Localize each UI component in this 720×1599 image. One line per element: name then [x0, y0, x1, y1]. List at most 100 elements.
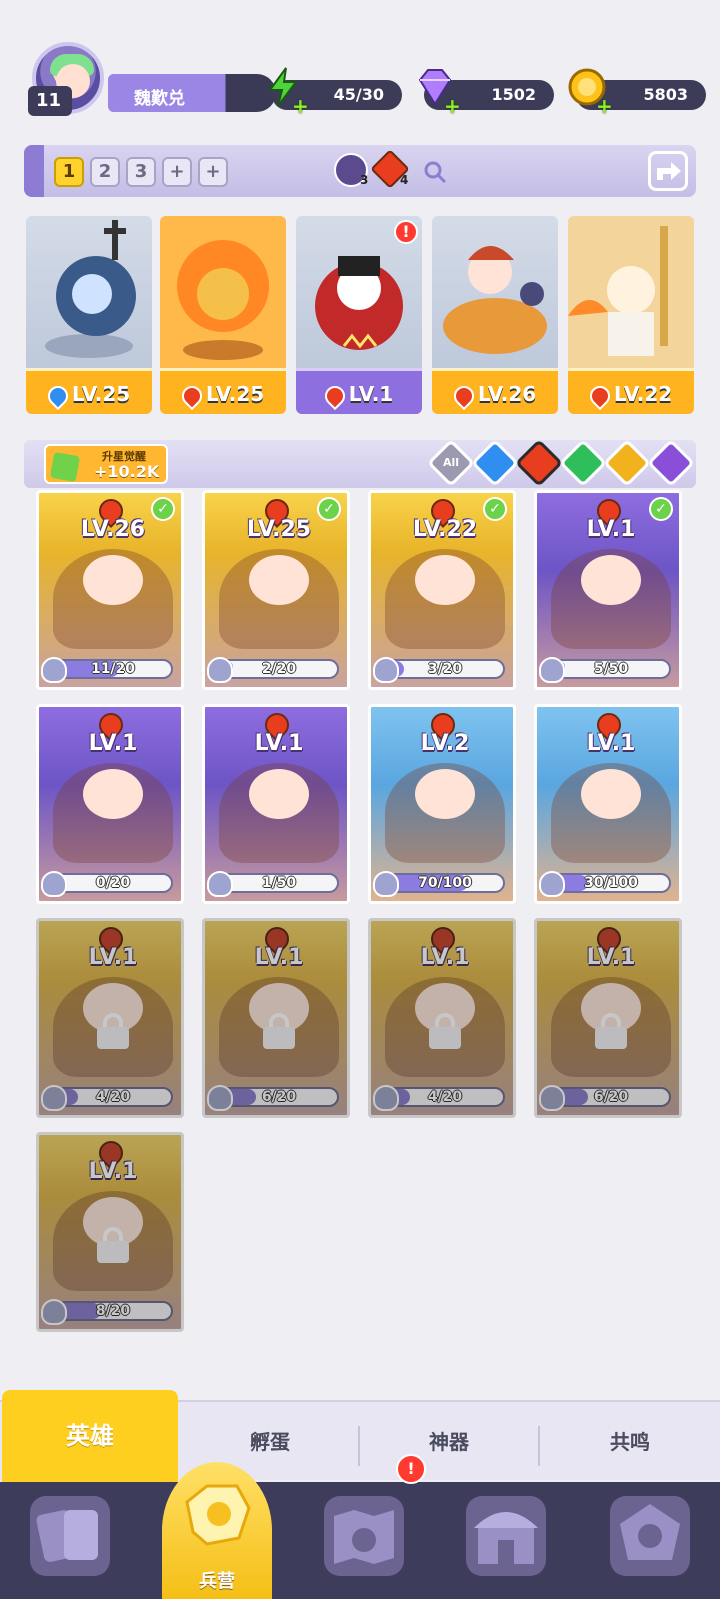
filter-fire-icon[interactable] — [514, 438, 564, 488]
shard-icon — [41, 871, 67, 897]
lock-icon — [97, 1227, 129, 1263]
shard-icon — [539, 871, 565, 897]
shard-icon — [41, 1085, 67, 1111]
shard-progress-bar: 1/50 — [219, 873, 339, 893]
team-hero-card[interactable]: LV.25 — [160, 216, 286, 414]
team-slot-1[interactable]: 1 — [54, 157, 84, 187]
team-hero-card[interactable]: LV.22 — [568, 216, 694, 414]
nav-barracks[interactable]: 兵营 — [162, 1462, 272, 1599]
upstar-awaken-button[interactable]: 升星觉醒 +10.2K — [44, 444, 168, 484]
shard-icon — [41, 1299, 67, 1325]
filter-all-icon[interactable]: All — [426, 438, 476, 488]
lock-icon — [97, 1013, 129, 1049]
team-hero-card[interactable]: ! LV.1 — [296, 216, 422, 414]
hero-card[interactable]: LV.1 4/20 — [368, 918, 516, 1118]
team-hero-card[interactable]: LV.25 — [26, 216, 152, 414]
hero-card[interactable]: LV.1 6/20 — [202, 918, 350, 1118]
add-team-button[interactable]: + — [198, 157, 228, 187]
hero-card[interactable]: LV.2 70/100 — [368, 704, 516, 904]
team-slot-3[interactable]: 3 — [126, 157, 156, 187]
filter-all-label: All — [442, 456, 460, 469]
plus-icon[interactable]: + — [444, 94, 461, 118]
map-icon[interactable] — [324, 1496, 404, 1576]
gem-counter[interactable]: + 1502 — [418, 69, 554, 118]
hero-card[interactable]: LV.1 ✓ 5/50 — [534, 490, 682, 690]
filter-dark-icon[interactable] — [646, 438, 696, 488]
player-level: 11 — [28, 86, 72, 116]
cards-icon[interactable] — [30, 1496, 110, 1576]
hero-card[interactable]: LV.26 ✓ 11/20 — [36, 490, 184, 690]
guild-icon[interactable] — [610, 1496, 690, 1576]
hero-level-text: LV.1 — [420, 945, 470, 970]
shard-progress-text: 8/20 — [95, 1303, 131, 1319]
hero-face — [249, 555, 309, 605]
player-name: 魏歎兑 — [134, 89, 185, 109]
shop-icon[interactable] — [466, 1496, 546, 1576]
shard-progress-text: 0/20 — [95, 875, 131, 891]
team-element-counts: 3 4 — [334, 149, 454, 191]
hero-level: LV.1 — [296, 368, 422, 414]
player-profile[interactable]: 11 魏歎兑 — [24, 40, 276, 116]
lock-icon — [429, 1013, 461, 1049]
hero-level: LV.25 — [26, 368, 152, 414]
hero-level-text: LV.1 — [88, 945, 138, 970]
hero-card[interactable]: LV.1 1/50 — [202, 704, 350, 904]
hero-card[interactable]: LV.1 6/20 — [534, 918, 682, 1118]
team-slot-2[interactable]: 2 — [90, 157, 120, 187]
filter-water-icon[interactable] — [470, 438, 520, 488]
hero-face — [581, 769, 641, 819]
tab-heroes[interactable]: 英雄 — [2, 1390, 178, 1482]
hero-card[interactable]: LV.1 30/100 — [534, 704, 682, 904]
hero-card[interactable]: LV.1 8/20 — [36, 1132, 184, 1332]
add-team-button[interactable]: + — [162, 157, 192, 187]
energy-value: 45/30 — [333, 85, 384, 104]
plus-icon[interactable]: + — [292, 94, 309, 118]
shard-progress-bar: 2/20 — [219, 659, 339, 679]
shard-progress-text: 3/20 — [427, 661, 463, 677]
shard-icon — [41, 657, 67, 683]
shard-icon — [207, 871, 233, 897]
bottom-nav: ! — [0, 1454, 720, 1599]
check-icon: ✓ — [649, 497, 673, 521]
energy-counter[interactable]: + 45/30 — [268, 67, 402, 118]
alert-badge: ! — [396, 1454, 426, 1484]
tab-artifact[interactable]: 神器 — [360, 1402, 538, 1482]
shard-progress-bar: 5/50 — [551, 659, 671, 679]
hero-level: LV.22 — [568, 368, 694, 414]
hero-level-text: LV.2 — [420, 731, 470, 756]
shard-progress-bar: 8/20 — [53, 1301, 173, 1321]
gem-value: 1502 — [491, 85, 536, 104]
hero-card[interactable]: LV.22 ✓ 3/20 — [368, 490, 516, 690]
share-icon[interactable] — [648, 151, 688, 191]
shard-progress-bar: 11/20 — [53, 659, 173, 679]
hero-portrait — [443, 246, 547, 354]
team-bar: 1 2 3 + + 3 4 — [24, 145, 696, 197]
nav-barracks-label: 兵营 — [199, 1571, 235, 1592]
plus-icon[interactable]: + — [596, 94, 613, 118]
shard-icon — [539, 1085, 565, 1111]
hero-level-text: LV.1 — [88, 1159, 138, 1184]
team-hero-card[interactable]: LV.26 — [432, 216, 558, 414]
hero-face — [249, 769, 309, 819]
filter-wind-icon[interactable] — [558, 438, 608, 488]
hero-card[interactable]: LV.25 ✓ 2/20 — [202, 490, 350, 690]
shard-progress-text: 30/100 — [584, 875, 638, 891]
heart-icon — [49, 451, 81, 483]
fire-count: 4 — [400, 173, 409, 187]
hero-card[interactable]: LV.1 0/20 — [36, 704, 184, 904]
shard-icon — [373, 871, 399, 897]
shard-progress-bar: 4/20 — [53, 1087, 173, 1107]
shard-progress-text: 4/20 — [427, 1089, 463, 1105]
filter-bar: 升星觉醒 +10.2K All — [24, 438, 696, 488]
coin-counter[interactable]: + 5803 — [568, 68, 706, 118]
search-icon[interactable] — [422, 159, 448, 185]
hero-level-text: LV.1 — [586, 945, 636, 970]
shard-progress-text: 70/100 — [418, 875, 472, 891]
hero-card[interactable]: LV.1 4/20 — [36, 918, 184, 1118]
fire-element-icon — [177, 381, 206, 410]
tab-resonance[interactable]: 共鸣 — [540, 1402, 720, 1482]
coin-value: 5803 — [643, 85, 688, 104]
dark-count: 3 — [360, 173, 369, 187]
check-icon: ✓ — [317, 497, 341, 521]
filter-light-icon[interactable] — [602, 438, 652, 488]
